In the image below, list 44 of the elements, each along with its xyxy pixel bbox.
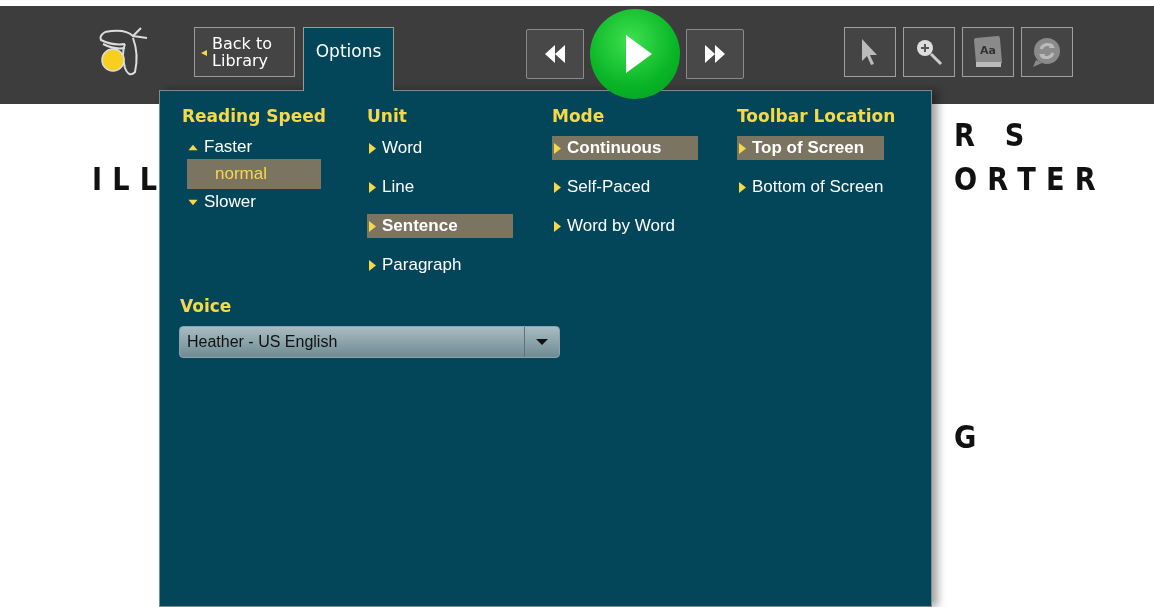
zoom-in-icon	[914, 37, 944, 67]
option-item[interactable]: Line	[367, 175, 513, 199]
zoom-button[interactable]	[903, 27, 955, 77]
rewind-button[interactable]	[526, 29, 584, 79]
page-heading-text: R S	[954, 116, 1036, 154]
book-icon: Aa	[972, 35, 1004, 69]
fast-forward-icon	[705, 45, 725, 63]
triangle-icon	[739, 142, 746, 154]
sync-button[interactable]	[1021, 27, 1073, 77]
voice-select[interactable]: Heather - US English	[179, 326, 560, 358]
speed-value: normal	[187, 159, 321, 189]
triangle-icon	[369, 220, 376, 232]
page-heading-text: ILL	[92, 160, 168, 198]
triangle-icon	[554, 181, 561, 193]
option-item[interactable]: Self-Paced	[552, 175, 698, 199]
fast-forward-button[interactable]	[686, 29, 744, 79]
dictionary-button[interactable]: Aa	[962, 27, 1014, 77]
sync-icon	[1031, 36, 1063, 68]
column-heading: Reading Speed	[182, 106, 327, 126]
triangle-icon	[369, 181, 376, 193]
option-item[interactable]: Sentence	[367, 214, 513, 238]
voice-heading: Voice	[180, 296, 233, 316]
options-tab[interactable]: Options	[303, 27, 394, 91]
triangle-icon	[369, 259, 376, 271]
option-item[interactable]: Paragraph	[367, 253, 513, 277]
option-item[interactable]: Top of Screen	[737, 136, 885, 160]
triangle-icon	[554, 220, 561, 232]
option-item[interactable]: Bottom of Screen	[737, 175, 904, 199]
option-item[interactable]: Continuous	[552, 136, 698, 160]
triangle-icon	[739, 181, 746, 193]
column-heading: Toolbar Location	[737, 106, 897, 126]
triangle-icon	[369, 142, 376, 154]
faster-button[interactable]: Faster	[182, 136, 367, 158]
slower-button[interactable]: Slower	[182, 191, 367, 213]
column-heading: Mode	[552, 106, 606, 126]
page-heading-text: ORTER	[954, 160, 1107, 198]
pointer-button[interactable]	[844, 27, 896, 77]
page-heading-text: G	[954, 418, 988, 456]
column-heading: Unit	[367, 106, 408, 126]
rewind-icon	[545, 45, 565, 63]
option-item[interactable]: Word by Word	[552, 214, 698, 238]
option-item[interactable]: Word	[367, 136, 513, 160]
triangle-icon	[554, 142, 561, 154]
play-icon	[626, 35, 652, 73]
